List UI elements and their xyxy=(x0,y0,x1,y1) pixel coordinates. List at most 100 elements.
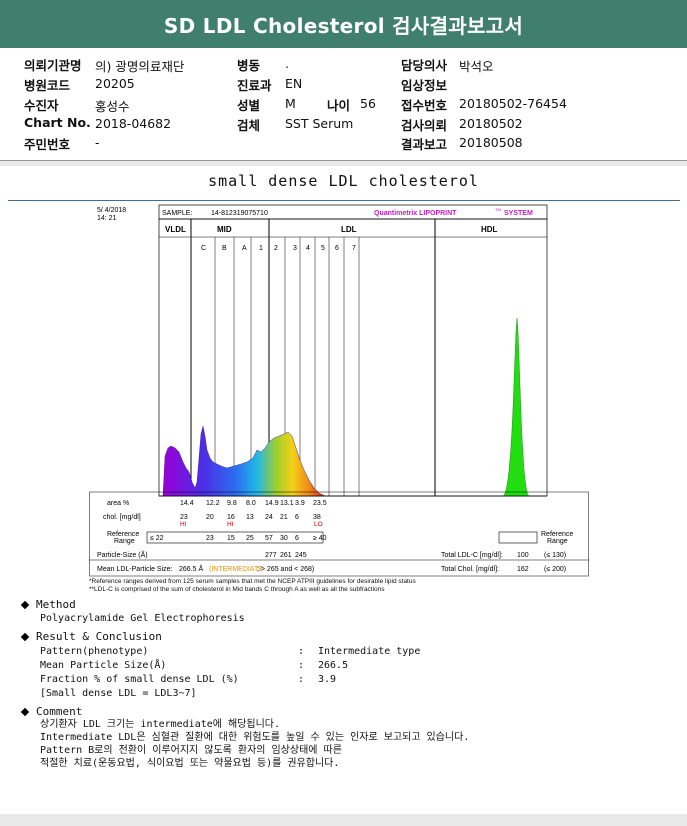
institution-value: 의) 광명의료재단 xyxy=(95,59,185,74)
footnote-2: **LDL-C is comprised of the sum of chole… xyxy=(89,586,385,593)
chol-value-3: 13 xyxy=(246,514,254,521)
result-label-pattern: Pattern(phenotype) xyxy=(40,646,149,657)
doctor-value: 박석오 xyxy=(459,59,494,74)
band-label-A: A xyxy=(242,245,247,252)
band-label-C: C xyxy=(201,245,206,252)
department-field: 진료과 xyxy=(237,78,272,93)
report-page: SD LDL Cholesterol 검사결과보고서 의뢰기관명 의) 광명의료… xyxy=(0,0,687,826)
request-date-field: 검사의뢰 xyxy=(401,118,448,133)
footer-bar xyxy=(0,814,687,826)
lipoprint-chart: 5/ 4/201814: 21 SAMPLE: 14-812319075710 Qua… xyxy=(89,202,589,582)
chol-value-0: 23 xyxy=(180,514,188,521)
comment-line-4: 적절한 치료(운동요법, 식이요법 또는 약물요법 등)를 권유합니다. xyxy=(40,758,340,769)
ref-value-3: 25 xyxy=(246,535,254,542)
area-value-2: 9.8 xyxy=(227,500,237,507)
band-label-4: 4 xyxy=(306,245,310,252)
section-title: small dense LDL cholesterol xyxy=(208,172,479,190)
result-sep-size: : xyxy=(298,660,305,671)
result-value-size: 266.5 xyxy=(318,660,349,671)
ref-value-2: 15 xyxy=(227,535,235,542)
chol-value-4: 24 xyxy=(265,514,273,521)
institution-field: 의뢰기관명 xyxy=(24,58,82,73)
particle-size-1: 261 xyxy=(280,552,292,559)
total-ldl-label: Total LDL-C [mg/dl]: xyxy=(441,552,503,559)
mean-size-value: 266.5 Å xyxy=(179,564,203,573)
flag-2: HI xyxy=(227,521,234,528)
particle-size-2: 245 xyxy=(295,552,307,559)
doctor-field: 담당의사 xyxy=(401,58,448,73)
result-note: [Small dense LDL = LDL3~7] xyxy=(40,688,197,699)
total-chol-value: 162 xyxy=(517,566,529,573)
system-name: Quantimetrix LIPOPRINT xyxy=(374,210,457,217)
chol-value-1: 20 xyxy=(206,514,214,521)
band-label-7: 7 xyxy=(352,245,356,252)
mean-size-label: Mean LDL-Particle Size: xyxy=(97,566,173,573)
comment-line-1: 상기환자 LDL 크기는 intermediate에 해당됩니다. xyxy=(40,719,281,730)
footnote-1: *Reference ranges derived from 125 serum… xyxy=(89,578,416,585)
chart-footnotes: *Reference ranges derived from 125 serum… xyxy=(89,578,416,594)
receipt-no-field: 접수번호 xyxy=(401,98,448,113)
report-date-field: 결과보고 xyxy=(401,137,448,152)
band-label-2: 2 xyxy=(274,245,278,252)
result-value-pattern: Intermediate type xyxy=(318,646,421,657)
result-value-fraction: 3.9 xyxy=(318,674,337,685)
specimen-field: 검체 xyxy=(237,118,261,133)
resident-no-field: 주민번호 xyxy=(24,137,71,152)
result-label-size: Mean Particle Size(Å) xyxy=(40,660,167,671)
total-ldl-ref: (≤ 130) xyxy=(544,552,566,559)
sex-value: M xyxy=(285,96,296,111)
particle-size-label: Particle-Size (Å) xyxy=(97,550,148,559)
particle-size-0: 277 xyxy=(265,552,277,559)
row-label-ref-2: Range xyxy=(114,538,135,545)
patient-info-panel: 의뢰기관명 의) 광명의료재단 병원코드 20205 수진자 홍성수 Chart… xyxy=(0,48,687,161)
comment-heading: Comment xyxy=(20,705,82,718)
ref-value-6: 6 xyxy=(295,535,299,542)
hospital-code-value: 20205 xyxy=(95,76,135,91)
band-label-5: 5 xyxy=(321,245,325,252)
age-field: 나이 xyxy=(327,98,351,113)
department-value: EN xyxy=(285,76,303,91)
patient-name-field: 수진자 xyxy=(24,98,59,113)
area-value-7: 23.5 xyxy=(313,500,327,507)
band-label-B: B xyxy=(222,245,227,252)
ref-value-5: 30 xyxy=(280,535,288,542)
request-date-value: 20180502 xyxy=(459,116,523,131)
row-label-area: area % xyxy=(107,500,129,507)
chart-no-value: 2018-04682 xyxy=(95,116,172,131)
ref-value-7: ≥ 40 xyxy=(313,535,327,542)
diamond-bullet-icon xyxy=(20,600,30,610)
area-value-3: 8.0 xyxy=(246,500,256,507)
area-value-0: 14.4 xyxy=(180,500,194,507)
band-label-3: 3 xyxy=(293,245,297,252)
group-label-1: MID xyxy=(217,225,232,234)
flag-7: LO xyxy=(314,521,323,528)
ward-field: 병동 xyxy=(237,58,261,73)
chart-date: 5/ 4/2018 xyxy=(97,207,126,214)
hospital-code-field: 병원코드 xyxy=(24,78,71,93)
row-label-chol: chol. [mg/dl] xyxy=(103,514,141,521)
patient-name-value: 홍성수 xyxy=(95,99,130,114)
area-value-4: 14.9 xyxy=(265,500,279,507)
receipt-no-value: 20180502-76454 xyxy=(459,96,567,111)
flag-0: HI xyxy=(180,521,187,528)
ref-label-right-1: Reference xyxy=(541,531,573,538)
ref-value-4: 57 xyxy=(265,535,273,542)
chol-value-5: 21 xyxy=(280,514,288,521)
chol-value-7: 38 xyxy=(313,514,321,521)
row-label-ref-1: Reference xyxy=(107,531,139,538)
group-label-3: HDL xyxy=(481,225,498,234)
band-label-6: 6 xyxy=(335,245,339,252)
result-section: small dense LDL cholesterol 5/ 4/2018 14:… xyxy=(0,166,687,814)
chart-no-field: Chart No. xyxy=(24,115,91,130)
result-label-fraction: Fraction % of small dense LDL (%) xyxy=(40,674,239,685)
total-ldl-value: 100 xyxy=(517,552,529,559)
result-sep-pattern: : xyxy=(298,646,305,657)
result-heading: Result & Conclusion xyxy=(20,630,162,643)
sex-field: 성별 xyxy=(237,98,261,113)
clinical-info-field: 임상정보 xyxy=(401,78,448,93)
group-label-2: LDL xyxy=(341,225,357,234)
chart-time: 14: 21 xyxy=(97,215,117,222)
ref-value-1: 23 xyxy=(206,535,214,542)
area-value-1: 12.2 xyxy=(206,500,220,507)
age-value: 56 xyxy=(360,96,376,111)
